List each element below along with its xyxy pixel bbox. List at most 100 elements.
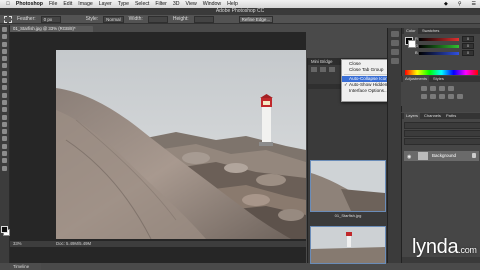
character-icon[interactable] [391,49,399,55]
color-spectrum[interactable] [405,70,478,75]
menu-layer[interactable]: Layer [99,1,112,7]
crop-tool-icon[interactable] [2,56,7,62]
lock-row[interactable] [404,138,480,145]
tab-paths[interactable]: Paths [444,113,458,119]
menu-3d[interactable]: 3D [173,1,180,7]
color-balance-icon[interactable] [439,94,445,99]
search-icon[interactable]: ⚲ [458,1,462,7]
menu-edit[interactable]: Edit [63,1,72,7]
wifi-icon[interactable]: ◆ [444,1,448,7]
vibrance-icon[interactable] [421,94,427,99]
tab-styles[interactable]: Styles [431,76,446,82]
document-image[interactable] [56,50,306,239]
healing-brush-tool-icon[interactable] [2,70,7,76]
tab-color[interactable]: Color [404,28,418,34]
lasso-tool-icon[interactable] [2,41,7,47]
properties-icon[interactable] [391,40,399,46]
apple-icon[interactable]:  [6,1,10,7]
thumbnail-lighthouse[interactable] [310,226,386,264]
menu-image[interactable]: Image [78,1,92,7]
dodge-tool-icon[interactable] [2,121,7,127]
gradient-tool-icon[interactable] [2,107,7,113]
style-label: Style: [85,16,99,22]
quick-select-tool-icon[interactable] [2,48,7,54]
document-tab[interactable]: 01_Starfish.jpg @ 33% (RGB/8)* [10,26,93,32]
menu-window[interactable]: Window [203,1,221,7]
document-info[interactable]: Doc: 5.49M/5.49M [56,241,91,247]
width-field[interactable] [147,15,168,23]
menu-filter[interactable]: Filter [155,1,167,7]
green-value[interactable]: 0 [462,43,474,49]
feather-label: Feather: [17,16,36,22]
menu-app-name[interactable]: Photoshop [16,1,43,7]
mini-bridge-toolbar [311,67,335,72]
refine-edge-button[interactable]: Refine Edge... [238,15,274,23]
marquee-tool-icon[interactable] [4,15,12,23]
exposure-icon[interactable] [448,86,454,91]
layer-row[interactable]: ◉ Background [404,151,479,161]
hand-tool-icon[interactable] [2,158,7,164]
curves-icon[interactable] [439,86,445,91]
adjustments-panel: Adjustments Styles [401,76,480,106]
height-field[interactable] [193,15,214,23]
levels-icon[interactable] [430,86,436,91]
menu-type[interactable]: Type [118,1,129,7]
zoom-tool-icon[interactable] [2,165,7,171]
menu-select[interactable]: Select [135,1,149,7]
style-select[interactable]: Normal [103,15,124,23]
height-label: Height: [172,16,189,22]
menu-item-label: Close Tab Group [349,67,384,72]
visibility-eye-icon[interactable]: ◉ [407,154,411,160]
type-tool-icon[interactable] [2,136,7,142]
pen-tool-icon[interactable] [2,129,7,135]
thumbnail-image [311,161,385,211]
blue-value[interactable]: 0 [462,50,474,56]
rectangle-tool-icon[interactable] [2,151,7,157]
paragraph-icon[interactable] [391,58,399,64]
watermark-brand: lynda [412,236,459,258]
black-white-icon[interactable] [448,94,454,99]
feather-field[interactable]: 0 px [40,15,61,23]
path-selection-tool-icon[interactable] [2,143,7,149]
zoom-level[interactable]: 33% [13,241,22,247]
home-icon[interactable] [329,67,335,72]
thumbnail-starfish[interactable] [310,160,386,212]
eyedropper-tool-icon[interactable] [2,63,7,69]
brightness-icon[interactable] [421,86,427,91]
layer-name: Background [432,153,457,158]
green-slider[interactable] [419,45,459,48]
tab-adjustments[interactable]: Adjustments [403,76,430,82]
back-icon[interactable] [311,67,317,72]
menu-help[interactable]: Help [227,1,238,7]
menu-file[interactable]: File [49,1,57,7]
history-brush-tool-icon[interactable] [2,92,7,98]
list-icon[interactable]: ☰ [472,1,476,7]
eraser-tool-icon[interactable] [2,99,7,105]
hue-saturation-icon[interactable] [430,94,436,99]
red-label: R [415,36,418,41]
green-label: G [415,43,419,48]
marquee-tool-icon[interactable] [2,34,7,40]
menu-view[interactable]: View [186,1,197,7]
panel-icon-strip [387,28,402,263]
tab-channels[interactable]: Channels [422,113,443,119]
red-value[interactable]: 0 [462,36,474,42]
adjustments-panel-tabs: Adjustments Styles [401,76,480,82]
foreground-color-swatch[interactable] [1,226,8,233]
forward-icon[interactable] [320,67,326,72]
blue-slider[interactable] [419,52,459,55]
brush-tool-icon[interactable] [2,78,7,84]
menu-item-label: Interface Options... [349,88,388,93]
move-tool-icon[interactable] [2,27,7,32]
history-icon[interactable] [391,31,399,37]
tab-layers[interactable]: Layers [404,113,421,119]
watermark-suffix: .com [458,245,477,255]
tab-swatches[interactable]: Swatches [420,28,441,34]
timeline-tab[interactable]: Timeline [10,263,41,270]
photo-filter-icon[interactable] [457,94,463,99]
red-slider[interactable] [419,38,459,41]
clone-stamp-tool-icon[interactable] [2,85,7,91]
layer-filter-row[interactable] [404,122,480,129]
blur-tool-icon[interactable] [2,114,7,120]
blend-mode-row[interactable] [404,130,480,137]
